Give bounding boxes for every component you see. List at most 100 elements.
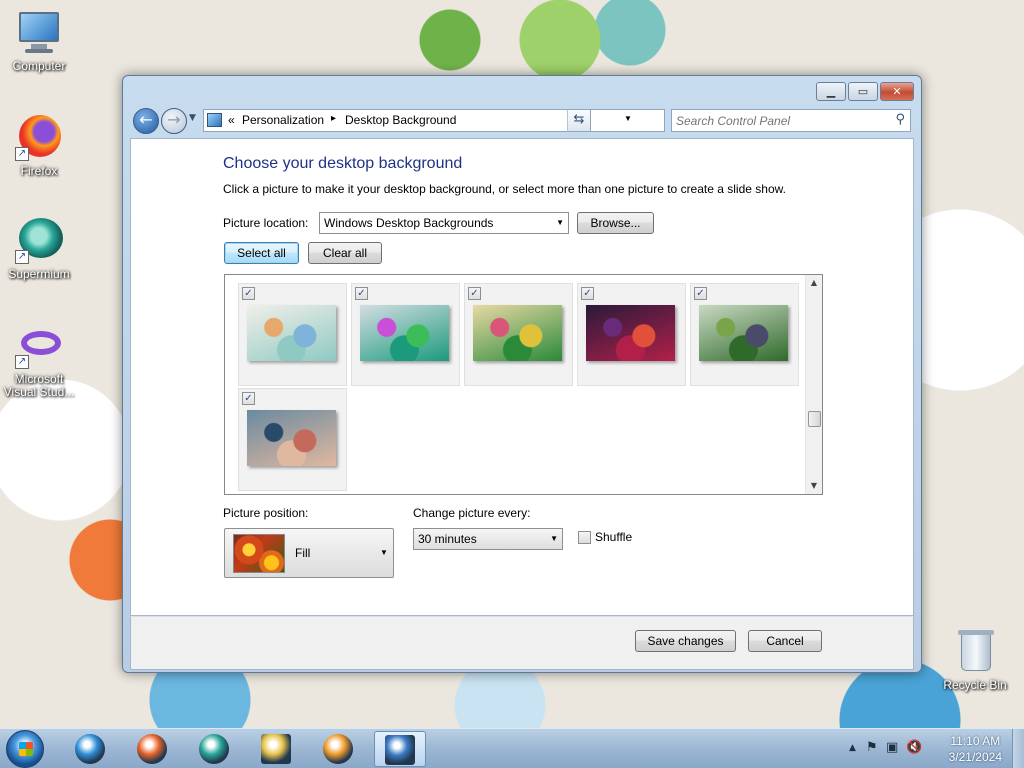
desktop-icon-firefox[interactable]: ↗ Firefox xyxy=(1,113,77,178)
recent-pages-dropdown[interactable]: ▼ xyxy=(189,113,196,123)
back-button[interactable]: ← xyxy=(133,108,159,134)
browse-button[interactable]: Browse... xyxy=(577,212,654,234)
chevron-down-icon: ▼ xyxy=(556,218,564,227)
gallery-tile[interactable]: ✓ xyxy=(238,283,347,386)
navigation-bar: ← → ▼ « Personalization ▸ Desktop Backgr… xyxy=(131,107,915,135)
tile-checkbox[interactable]: ✓ xyxy=(694,287,707,300)
picture-position-label: Picture position: xyxy=(223,506,309,520)
desktop-icon-label: Supermium xyxy=(8,267,70,281)
dialog-footer: Save changes Cancel xyxy=(130,616,914,670)
gallery-scrollbar[interactable]: ▲ ▼ xyxy=(805,275,822,494)
recycle-bin-icon xyxy=(951,627,999,675)
wallpaper-thumbnail[interactable] xyxy=(586,305,675,361)
minimize-icon: ▁ xyxy=(826,85,836,98)
desktop-icon-computer[interactable]: Computer xyxy=(1,8,77,73)
gallery-tile[interactable]: ✓ xyxy=(238,388,347,491)
network-icon[interactable]: ▣ xyxy=(886,740,898,755)
tile-checkbox[interactable]: ✓ xyxy=(242,287,255,300)
close-icon: ✕ xyxy=(892,85,902,98)
desktop-icon-supermium[interactable]: ↗ Supermium xyxy=(1,216,77,281)
desktop-icon-label: Recycle Bin xyxy=(943,678,1007,692)
taskbar-item-firefox[interactable] xyxy=(126,731,178,767)
forward-button[interactable]: → xyxy=(161,108,187,134)
change-picture-interval-value: 30 minutes xyxy=(418,532,477,546)
scroll-down-icon[interactable]: ▼ xyxy=(806,478,822,494)
shortcut-arrow-icon: ↗ xyxy=(15,147,29,161)
maximize-button[interactable]: ▭ xyxy=(848,82,878,101)
action-center-flag-icon[interactable]: ⚑ xyxy=(866,740,878,755)
page-title: Choose your desktop background xyxy=(223,155,463,172)
breadcrumb-item-personalization[interactable]: Personalization xyxy=(242,113,324,127)
show-hidden-icons-icon[interactable]: ▲ xyxy=(849,743,856,753)
picture-position-select[interactable]: Fill ▼ xyxy=(224,528,394,578)
taskbar-item-supermium[interactable] xyxy=(188,731,240,767)
clock-time: 11:10 AM xyxy=(950,734,1001,748)
media-player-icon xyxy=(323,734,353,764)
wallpaper-thumbnail[interactable] xyxy=(247,410,336,466)
chevron-down-icon: ▼ xyxy=(189,113,196,123)
forward-arrow-icon: → xyxy=(167,110,181,129)
scroll-up-icon[interactable]: ▲ xyxy=(806,275,822,291)
select-all-button[interactable]: Select all xyxy=(224,242,299,264)
breadcrumb-separator-icon[interactable]: ▸ xyxy=(331,113,336,124)
wallpaper-thumbnail[interactable] xyxy=(699,305,788,361)
shortcut-arrow-icon: ↗ xyxy=(15,250,29,264)
taskbar-item-internet-explorer[interactable] xyxy=(64,731,116,767)
address-bar[interactable]: « Personalization ▸ Desktop Background ▼ xyxy=(203,109,665,132)
wallpaper-thumbnail[interactable] xyxy=(247,305,336,361)
close-button[interactable]: ✕ xyxy=(880,82,914,101)
picture-location-value: Windows Desktop Backgrounds xyxy=(324,216,494,230)
picture-position-preview xyxy=(233,534,285,573)
content-panel: Choose your desktop background Click a p… xyxy=(130,138,914,616)
refresh-icon: ⇆ xyxy=(573,112,585,127)
tile-checkbox[interactable]: ✓ xyxy=(242,392,255,405)
picture-location-select[interactable]: Windows Desktop Backgrounds ▼ xyxy=(319,212,569,234)
scrollbar-thumb[interactable] xyxy=(808,411,821,427)
back-arrow-icon: ← xyxy=(139,110,153,129)
show-desktop-button[interactable] xyxy=(1012,729,1024,768)
desktop-icon-visual-studio[interactable]: ↗ Microsoft Visual Stud... xyxy=(1,321,77,399)
tile-checkbox[interactable]: ✓ xyxy=(355,287,368,300)
cancel-button[interactable]: Cancel xyxy=(748,630,822,652)
tile-checkbox[interactable]: ✓ xyxy=(581,287,594,300)
shuffle-checkbox[interactable] xyxy=(578,531,591,544)
clock[interactable]: 11:10 AM 3/21/2024 xyxy=(949,733,1002,765)
gallery-tile[interactable]: ✓ xyxy=(577,283,686,386)
change-picture-label: Change picture every: xyxy=(413,506,531,520)
breadcrumb-item-desktop-background[interactable]: Desktop Background xyxy=(345,113,456,127)
picture-gallery: ✓ ✓ ✓ ✓ ✓ ✓ ▲ ▼ xyxy=(224,274,823,495)
save-changes-button[interactable]: Save changes xyxy=(635,630,736,652)
search-icon[interactable]: ⚲ xyxy=(895,112,905,127)
volume-muted-icon[interactable]: 🔇 xyxy=(906,740,922,755)
taskbar-item-media-player[interactable] xyxy=(312,731,364,767)
picture-position-value: Fill xyxy=(295,546,311,560)
wallpaper-thumbnail[interactable] xyxy=(360,305,449,361)
shuffle-label[interactable]: Shuffle xyxy=(595,530,632,544)
firefox-icon: ↗ xyxy=(15,113,63,161)
search-box[interactable]: ⚲ xyxy=(671,109,911,132)
desktop-icon-label: Computer xyxy=(12,59,66,73)
taskbar-item-control-panel[interactable] xyxy=(374,731,426,767)
supermium-icon xyxy=(199,734,229,764)
taskbar: ▲ ⚑ ▣ 🔇 11:10 AM 3/21/2024 xyxy=(0,728,1024,768)
minimize-button[interactable]: ▁ xyxy=(816,82,846,101)
breadcrumb-overflow[interactable]: « xyxy=(228,113,235,127)
gallery-tile[interactable]: ✓ xyxy=(690,283,799,386)
taskbar-item-file-explorer[interactable] xyxy=(250,731,302,767)
firefox-icon xyxy=(137,734,167,764)
page-description: Click a picture to make it your desktop … xyxy=(223,182,786,196)
change-picture-interval-select[interactable]: 30 minutes ▼ xyxy=(413,528,563,550)
gallery-tile[interactable]: ✓ xyxy=(464,283,573,386)
address-dropdown-icon[interactable]: ▼ xyxy=(624,114,632,123)
start-button[interactable] xyxy=(6,730,44,768)
computer-icon xyxy=(15,8,63,56)
desktop-icon-label: Microsoft Visual Stud... xyxy=(3,372,75,399)
search-input[interactable] xyxy=(676,112,886,129)
refresh-button[interactable]: ⇆ xyxy=(567,109,591,132)
tile-checkbox[interactable]: ✓ xyxy=(468,287,481,300)
chevron-down-icon: ▼ xyxy=(550,534,558,543)
clear-all-button[interactable]: Clear all xyxy=(308,242,382,264)
gallery-tile[interactable]: ✓ xyxy=(351,283,460,386)
desktop-icon-recycle-bin[interactable]: Recycle Bin xyxy=(937,627,1013,692)
wallpaper-thumbnail[interactable] xyxy=(473,305,562,361)
